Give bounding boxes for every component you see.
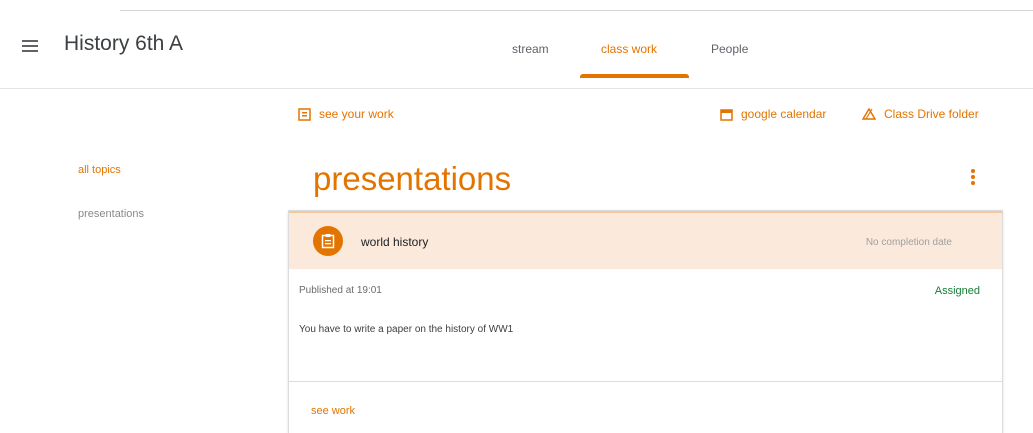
see-your-work-button[interactable]: see your work xyxy=(298,107,394,121)
menu-icon[interactable] xyxy=(22,38,38,52)
google-calendar-label: google calendar xyxy=(741,107,827,121)
class-drive-folder-button[interactable]: Class Drive folder xyxy=(862,107,979,121)
assignment-icon xyxy=(298,107,311,121)
clipboard-icon xyxy=(321,234,335,249)
status-badge: Assigned xyxy=(934,285,980,297)
sidebar-item-all-topics[interactable]: all topics xyxy=(78,164,121,176)
top-divider xyxy=(120,10,1033,11)
published-time: Published at 19:01 xyxy=(299,285,382,296)
due-date: No completion date xyxy=(865,237,952,248)
more-vert-icon[interactable] xyxy=(966,167,980,187)
active-tab-indicator xyxy=(580,74,689,78)
drive-folder-icon xyxy=(862,107,876,120)
assignment-card: world history No completion date Publish… xyxy=(288,210,1003,433)
sidebar-item-presentations[interactable]: presentations xyxy=(78,208,144,220)
tab-people[interactable]: People xyxy=(711,42,748,56)
see-work-link[interactable]: see work xyxy=(311,405,355,417)
topic-title: presentations xyxy=(313,160,512,197)
tab-classwork[interactable]: class work xyxy=(601,42,657,56)
card-divider xyxy=(289,381,1002,382)
class-title: History 6th A xyxy=(64,32,184,55)
see-your-work-label: see your work xyxy=(319,107,394,121)
google-calendar-button[interactable]: google calendar xyxy=(720,107,826,121)
assignment-title: world history xyxy=(361,235,429,249)
calendar-icon xyxy=(720,108,733,121)
tab-stream[interactable]: stream xyxy=(512,42,549,56)
assignment-description: You have to write a paper on the history… xyxy=(299,324,514,335)
assignment-card-header[interactable]: world history No completion date xyxy=(289,211,1002,269)
class-drive-folder-label: Class Drive folder xyxy=(884,107,979,121)
header-divider xyxy=(0,88,1033,89)
assignment-type-icon xyxy=(313,226,343,256)
